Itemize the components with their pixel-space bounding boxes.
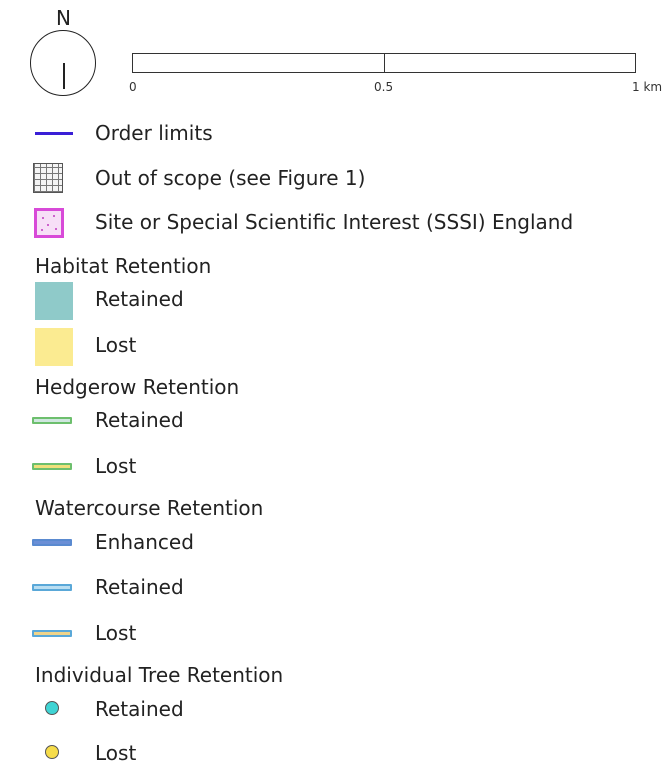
north-needle-icon: [63, 63, 65, 89]
tree-lost-circle-icon: [45, 745, 59, 759]
legend-item-tree-retained: Retained: [0, 694, 671, 724]
legend-item-hedgerow-lost: Lost: [0, 451, 671, 481]
north-arrow: N: [30, 8, 100, 98]
legend-label: Lost: [95, 621, 137, 645]
legend-label: Lost: [95, 333, 137, 357]
grid-hatch-icon: [33, 163, 63, 193]
watercourse-lost-line-icon: [32, 630, 72, 637]
habitat-retained-swatch-icon: [35, 282, 73, 320]
legend-label: Order limits: [95, 121, 213, 145]
legend-item-sssi: Site or Special Scientific Interest (SSS…: [0, 207, 671, 238]
section-title-individual-tree-retention: Individual Tree Retention: [35, 663, 284, 687]
legend-label: Retained: [95, 287, 184, 311]
tree-retained-circle-icon: [45, 701, 59, 715]
legend-item-habitat-lost: Lost: [0, 328, 671, 366]
legend-item-watercourse-retained: Retained: [0, 572, 671, 602]
section-title-hedgerow-retention: Hedgerow Retention: [35, 375, 240, 399]
sssi-dotted-square-icon: [34, 208, 64, 238]
legend-label: Retained: [95, 697, 184, 721]
scale-bar-midpoint-tick: [384, 54, 385, 72]
legend-label: Site or Special Scientific Interest (SSS…: [95, 210, 574, 234]
section-title-watercourse-retention: Watercourse Retention: [35, 496, 264, 520]
scale-label-end: 1 km: [632, 80, 663, 94]
legend-label: Lost: [95, 741, 137, 765]
legend-item-habitat-retained: Retained: [0, 282, 671, 320]
scale-label-mid: 0.5: [374, 80, 394, 94]
legend-item-hedgerow-retained: Retained: [0, 405, 671, 435]
legend-label: Enhanced: [95, 530, 194, 554]
order-limits-line-icon: [35, 132, 73, 135]
legend-item-order-limits: Order limits: [0, 118, 671, 148]
legend-item-watercourse-lost: Lost: [0, 618, 671, 648]
habitat-lost-swatch-icon: [35, 328, 73, 366]
legend-label: Retained: [95, 575, 184, 599]
legend-label: Retained: [95, 408, 184, 432]
north-letter: N: [56, 6, 71, 30]
legend-item-tree-lost: Lost: [0, 738, 671, 768]
north-arrow-circle-icon: [30, 30, 96, 96]
watercourse-retained-line-icon: [32, 584, 72, 591]
scale-bar: [132, 53, 636, 73]
legend-label: Lost: [95, 454, 137, 478]
hedgerow-lost-line-icon: [32, 463, 72, 470]
legend-label: Out of scope (see Figure 1): [95, 166, 366, 190]
legend-item-watercourse-enhanced: Enhanced: [0, 527, 671, 557]
legend-item-out-of-scope: Out of scope (see Figure 1): [0, 163, 671, 193]
watercourse-enhanced-line-icon: [32, 539, 72, 546]
scale-label-start: 0: [129, 80, 137, 94]
hedgerow-retained-line-icon: [32, 417, 72, 424]
section-title-habitat-retention: Habitat Retention: [35, 254, 212, 278]
